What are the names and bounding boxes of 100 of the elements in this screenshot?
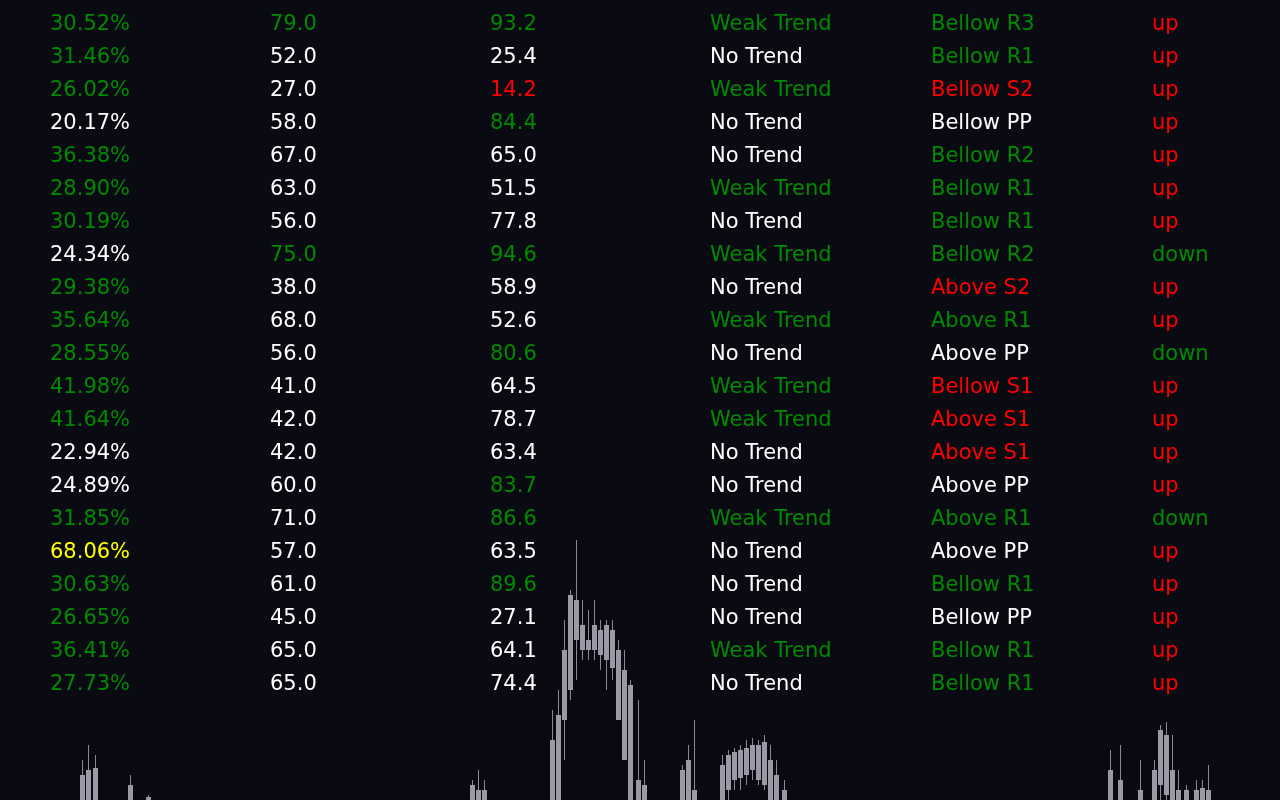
table-cell: 89.6 [490, 570, 537, 597]
table-cell: 24.89% [50, 471, 131, 498]
candlestick [1138, 759, 1143, 800]
table-cell: 26.02% [50, 75, 131, 102]
table-cell: 65.0 [490, 141, 537, 168]
table-cell: 31.46% [50, 42, 131, 69]
table-cell: 36.41% [50, 636, 131, 663]
candlestick [1118, 744, 1123, 800]
table-cell: 42.0 [270, 438, 317, 465]
table-cell: 64.1 [490, 636, 537, 663]
table-cell: 65.0 [270, 669, 317, 696]
candlestick [128, 774, 133, 800]
table-cell: up [1152, 141, 1179, 168]
table-cell: 63.5 [490, 537, 537, 564]
table-cell: up [1152, 108, 1179, 135]
table-cell: Weak Trend [710, 405, 832, 432]
table-cell: No Trend [710, 339, 803, 366]
table-cell: Above S1 [931, 405, 1031, 432]
table-cell: Weak Trend [710, 372, 832, 399]
table-cell: Bellow R1 [931, 207, 1035, 234]
table-cell: No Trend [710, 207, 803, 234]
table-cell: Weak Trend [710, 240, 832, 267]
table-cell: up [1152, 9, 1179, 36]
table-cell: 27.1 [490, 603, 537, 630]
table-cell: Above R1 [931, 504, 1032, 531]
table-cell: 83.7 [490, 471, 537, 498]
table-cell: 56.0 [270, 207, 317, 234]
table-cell: 67.0 [270, 141, 317, 168]
table-cell: Bellow PP [931, 603, 1033, 630]
table-cell: Weak Trend [710, 306, 832, 333]
table-cell: 56.0 [270, 339, 317, 366]
table-cell: Bellow R1 [931, 636, 1035, 663]
table-cell: No Trend [710, 537, 803, 564]
table-cell: Weak Trend [710, 174, 832, 201]
table-cell: Above S2 [931, 273, 1031, 300]
table-cell: No Trend [710, 669, 803, 696]
table-cell: 63.4 [490, 438, 537, 465]
table-cell: No Trend [710, 141, 803, 168]
table-cell: up [1152, 42, 1179, 69]
table-cell: Above R1 [931, 306, 1032, 333]
table-cell: No Trend [710, 273, 803, 300]
table-cell: 36.38% [50, 141, 131, 168]
candlestick [93, 754, 98, 800]
table-cell: up [1152, 372, 1179, 399]
table-cell: 71.0 [270, 504, 317, 531]
table-cell: 38.0 [270, 273, 317, 300]
table-cell: 27.73% [50, 669, 131, 696]
table-cell: 86.6 [490, 504, 537, 531]
table-cell: 58.0 [270, 108, 317, 135]
table-cell: Bellow S2 [931, 75, 1034, 102]
table-cell: up [1152, 306, 1179, 333]
table-cell: down [1152, 339, 1209, 366]
table-cell: 80.6 [490, 339, 537, 366]
table-cell: 52.0 [270, 42, 317, 69]
table-cell: up [1152, 273, 1179, 300]
table-cell: No Trend [710, 108, 803, 135]
table-cell: up [1152, 570, 1179, 597]
candlestick [782, 779, 787, 800]
table-cell: Bellow PP [931, 108, 1033, 135]
table-cell: 93.2 [490, 9, 537, 36]
table-cell: 51.5 [490, 174, 537, 201]
table-cell: 35.64% [50, 306, 131, 333]
table-cell: 25.4 [490, 42, 537, 69]
table-cell: down [1152, 504, 1209, 531]
table-cell: 30.63% [50, 570, 131, 597]
table-cell: 29.38% [50, 273, 131, 300]
table-cell: 77.8 [490, 207, 537, 234]
table-cell: up [1152, 438, 1179, 465]
table-cell: 28.55% [50, 339, 131, 366]
table-cell: 14.2 [490, 75, 537, 102]
table-cell: No Trend [710, 438, 803, 465]
table-cell: Weak Trend [710, 636, 832, 663]
table-cell: 41.64% [50, 405, 131, 432]
table-cell: 26.65% [50, 603, 131, 630]
table-cell: 27.0 [270, 75, 317, 102]
table-cell: 65.0 [270, 636, 317, 663]
table-cell: Above PP [931, 537, 1029, 564]
table-cell: Bellow R1 [931, 669, 1035, 696]
table-cell: 74.4 [490, 669, 537, 696]
table-cell: No Trend [710, 603, 803, 630]
table-cell: up [1152, 537, 1179, 564]
table-cell: Above PP [931, 471, 1029, 498]
table-cell: 22.94% [50, 438, 131, 465]
table-cell: up [1152, 669, 1179, 696]
table-cell: 63.0 [270, 174, 317, 201]
table-cell: 42.0 [270, 405, 317, 432]
table-cell: Weak Trend [710, 75, 832, 102]
table-cell: 78.7 [490, 405, 537, 432]
table-cell: up [1152, 603, 1179, 630]
table-cell: Bellow S1 [931, 372, 1034, 399]
table-cell: Bellow R2 [931, 141, 1035, 168]
table-cell: Bellow R3 [931, 9, 1035, 36]
table-cell: 75.0 [270, 240, 317, 267]
table-cell: 52.6 [490, 306, 537, 333]
table-cell: 30.52% [50, 9, 131, 36]
table-cell: 79.0 [270, 9, 317, 36]
table-cell: Bellow R1 [931, 42, 1035, 69]
table-cell: up [1152, 471, 1179, 498]
table-cell: Bellow R1 [931, 174, 1035, 201]
table-cell: Bellow R1 [931, 570, 1035, 597]
